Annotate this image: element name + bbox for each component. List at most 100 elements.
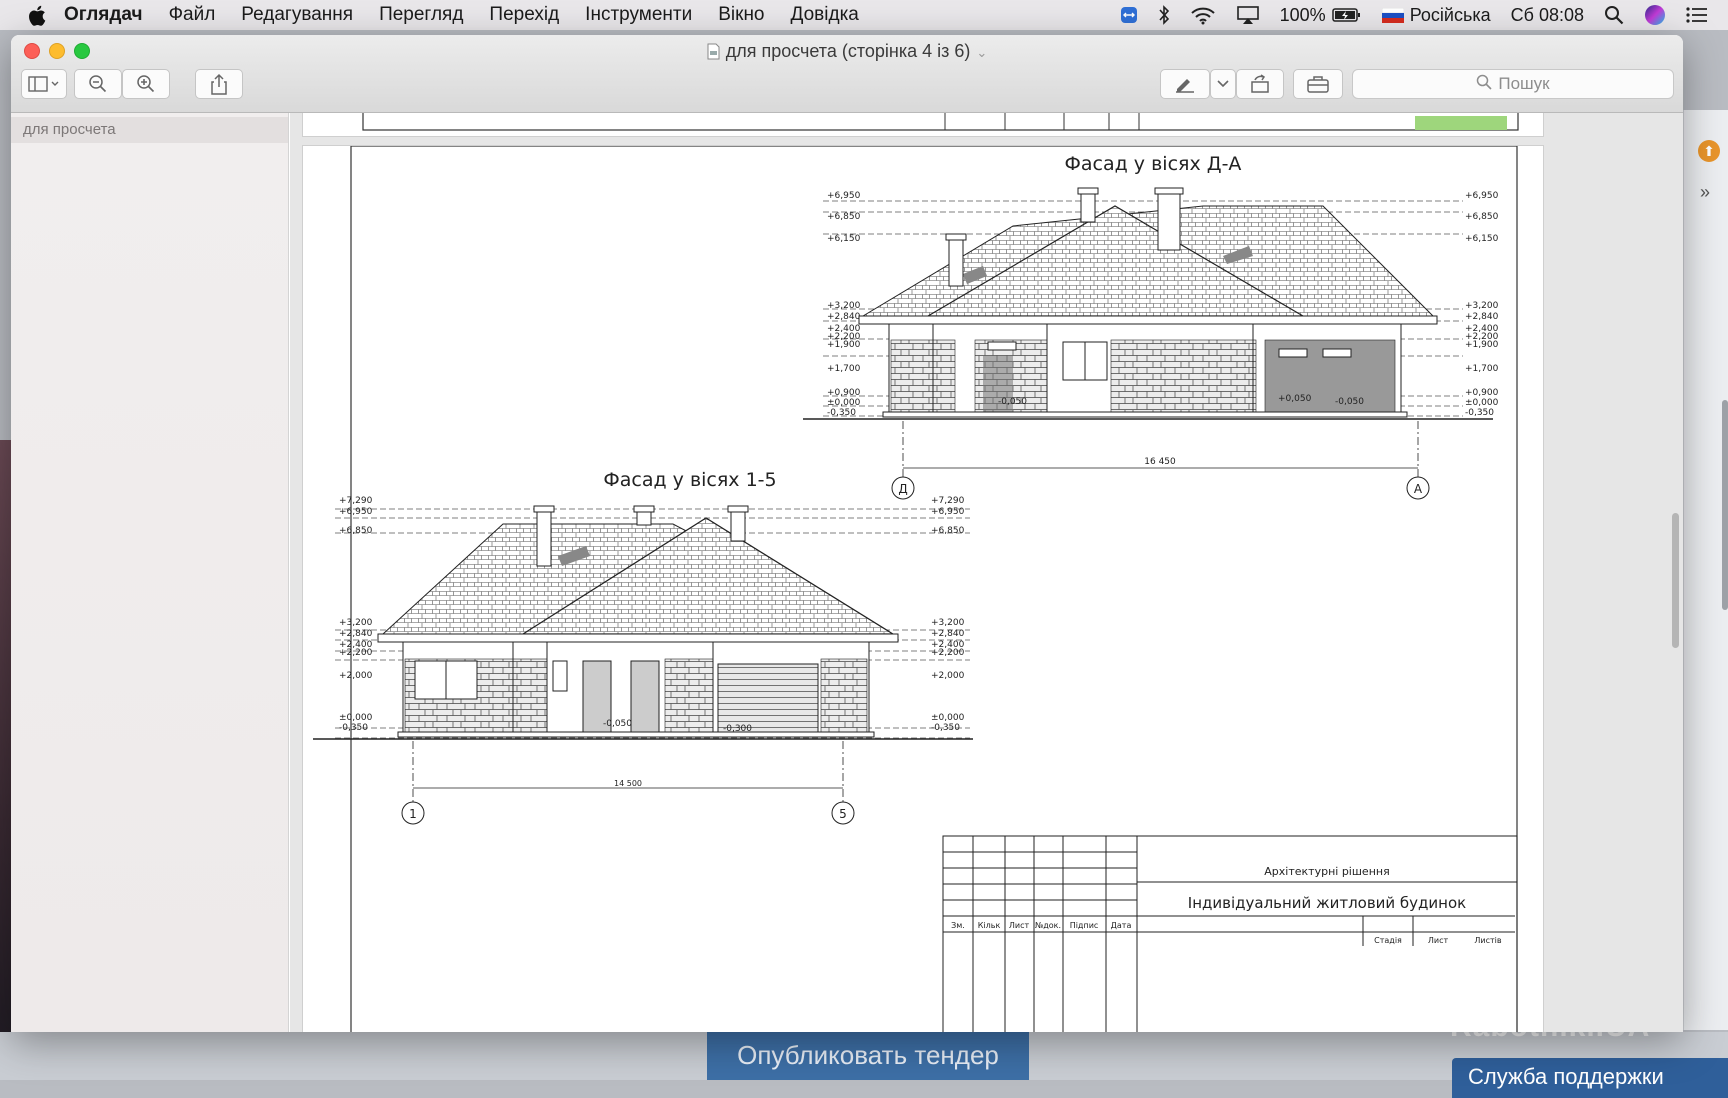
svg-text:+2,200: +2,200 [339, 648, 373, 658]
svg-text:-0,050: -0,050 [603, 719, 632, 729]
svg-text:+7,290: +7,290 [931, 496, 965, 506]
notification-icon[interactable]: ⬆ [1698, 140, 1720, 162]
svg-text:+0,900: +0,900 [1465, 388, 1499, 398]
facade1-title: Фасад у вісях Д-А [1065, 153, 1242, 175]
svg-text:Стадія: Стадія [1374, 936, 1402, 945]
svg-text:+2,000: +2,000 [931, 671, 965, 681]
spotlight-search-icon[interactable] [1604, 5, 1624, 25]
svg-text:±0,000: ±0,000 [827, 398, 861, 408]
teamviewer-icon[interactable] [1120, 6, 1138, 24]
title-bar: для просчета (сторінка 4 із 6) ⌄ Пошук [11, 35, 1683, 113]
svg-text:+2,200: +2,200 [931, 648, 965, 658]
zoom-in-button[interactable] [122, 69, 170, 99]
svg-text:Зм.: Зм. [951, 921, 965, 930]
svg-text:+2,840: +2,840 [1465, 312, 1499, 322]
svg-text:Підпис: Підпис [1070, 921, 1099, 930]
window-title[interactable]: для просчета (сторінка 4 із 6) ⌄ [11, 41, 1683, 65]
document-scrollbar[interactable] [1672, 513, 1679, 648]
menu-help[interactable]: Довідка [791, 4, 859, 26]
svg-text:-0,350: -0,350 [827, 408, 856, 418]
title-block-headers: Зм. Кільк Лист №док. Підпис Дата [951, 921, 1131, 930]
svg-text:+3,200: +3,200 [931, 618, 965, 628]
axis-label-1: 1 [409, 807, 417, 821]
russian-flag-icon[interactable] [1381, 7, 1404, 23]
menu-edit[interactable]: Редагування [241, 4, 353, 26]
svg-text:Листів: Листів [1474, 936, 1501, 945]
svg-text:-0,300: -0,300 [723, 724, 752, 734]
document-view[interactable]: Фасад у вісях Д-А +6,950 +6,850 +6,150 +… [290, 113, 1683, 1032]
menu-file[interactable]: Файл [169, 4, 216, 26]
sidebar-toggle-button[interactable] [21, 69, 67, 99]
menu-window[interactable]: Вікно [718, 4, 764, 26]
airplay-icon[interactable] [1236, 5, 1260, 25]
svg-text:+6,950: +6,950 [827, 191, 861, 201]
facade2-house [313, 505, 973, 740]
svg-text:+2,840: +2,840 [339, 629, 373, 639]
architectural-drawing: Фасад у вісях Д-А +6,950 +6,850 +6,150 +… [313, 145, 1518, 1032]
notification-center-icon[interactable] [1686, 7, 1708, 23]
battery-icon[interactable] [1331, 7, 1362, 23]
svg-text:Кільк: Кільк [978, 921, 1001, 930]
svg-text:+3,200: +3,200 [827, 301, 861, 311]
menu-bar: Оглядач Файл Редагування Перегляд Перехі… [0, 0, 1728, 30]
menu-view[interactable]: Перегляд [379, 4, 463, 26]
svg-text:+6,950: +6,950 [931, 507, 965, 517]
toolbox-button[interactable] [1293, 69, 1343, 99]
title-block-cells: Стадія Лист Листів [1374, 936, 1502, 945]
svg-text:+6,150: +6,150 [827, 234, 861, 244]
preview-window: для просчета (сторінка 4 із 6) ⌄ Пошук дл… [11, 35, 1683, 1032]
menu-go[interactable]: Перехід [489, 4, 559, 26]
svg-text:+6,850: +6,850 [339, 526, 373, 536]
support-button[interactable]: Служба поддержки [1452, 1058, 1728, 1098]
facade1-dimension: 16 450 [1144, 457, 1176, 467]
pdf-page-4: Фасад у вісях Д-А +6,950 +6,850 +6,150 +… [302, 145, 1544, 1032]
search-field[interactable]: Пошук [1352, 69, 1674, 99]
sidebar: для просчета [11, 113, 289, 1032]
markup-pen-button[interactable] [1160, 69, 1210, 99]
bluetooth-icon[interactable] [1158, 5, 1170, 25]
search-icon [1476, 74, 1492, 95]
wifi-icon[interactable] [1190, 5, 1216, 25]
axis-label-D: Д [898, 482, 907, 496]
svg-text:±0,000: ±0,000 [339, 713, 373, 723]
svg-text:+6,850: +6,850 [931, 526, 965, 536]
svg-text:-0,050: -0,050 [1335, 397, 1364, 407]
svg-text:+2,840: +2,840 [931, 629, 965, 639]
svg-text:±0,000: ±0,000 [1465, 398, 1499, 408]
svg-text:+6,850: +6,850 [827, 212, 861, 222]
zoom-out-button[interactable] [74, 69, 122, 99]
title-block-section: Архітектурні рішення [1264, 865, 1389, 878]
svg-text:Дата: Дата [1111, 921, 1132, 930]
svg-text:+6,150: +6,150 [1465, 234, 1499, 244]
svg-text:-0,350: -0,350 [339, 723, 368, 733]
svg-text:+3,200: +3,200 [1465, 301, 1499, 311]
sidebar-item-document[interactable]: для просчета [11, 117, 288, 143]
apple-logo-icon[interactable] [28, 4, 50, 26]
svg-text:+1,900: +1,900 [1465, 340, 1499, 350]
menu-tools[interactable]: Інструменти [585, 4, 692, 26]
siri-icon[interactable] [1644, 4, 1666, 26]
svg-text:+7,290: +7,290 [339, 496, 373, 506]
browser-scrollbar[interactable] [1722, 400, 1728, 610]
svg-text:Лист: Лист [1009, 921, 1030, 930]
svg-text:+0,050: +0,050 [1278, 394, 1312, 404]
expand-chevron-icon[interactable]: » [1700, 182, 1710, 203]
title-chevron-icon: ⌄ [976, 45, 988, 60]
share-button[interactable] [195, 69, 243, 99]
title-block-project: Індивідуальний житловий будинок [1188, 894, 1466, 912]
search-placeholder: Пошук [1498, 74, 1550, 93]
input-language[interactable]: Російська [1410, 5, 1491, 26]
menu-app-name[interactable]: Оглядач [64, 4, 143, 26]
svg-text:±0,000: ±0,000 [931, 713, 965, 723]
facade1-house [803, 187, 1493, 420]
publish-tender-button[interactable]: Опубликовать тендер [707, 1031, 1029, 1080]
title-block [942, 835, 1518, 1032]
battery-percent[interactable]: 100% [1280, 5, 1326, 26]
rotate-button[interactable] [1236, 69, 1284, 99]
previous-page-bottom [302, 113, 1544, 137]
clock[interactable]: Сб 08:08 [1511, 5, 1584, 26]
svg-text:-0,350: -0,350 [1465, 408, 1494, 418]
markup-dropdown-chevron-icon[interactable] [1210, 69, 1236, 99]
svg-text:№док.: №док. [1035, 921, 1061, 930]
svg-text:+1,700: +1,700 [827, 364, 861, 374]
